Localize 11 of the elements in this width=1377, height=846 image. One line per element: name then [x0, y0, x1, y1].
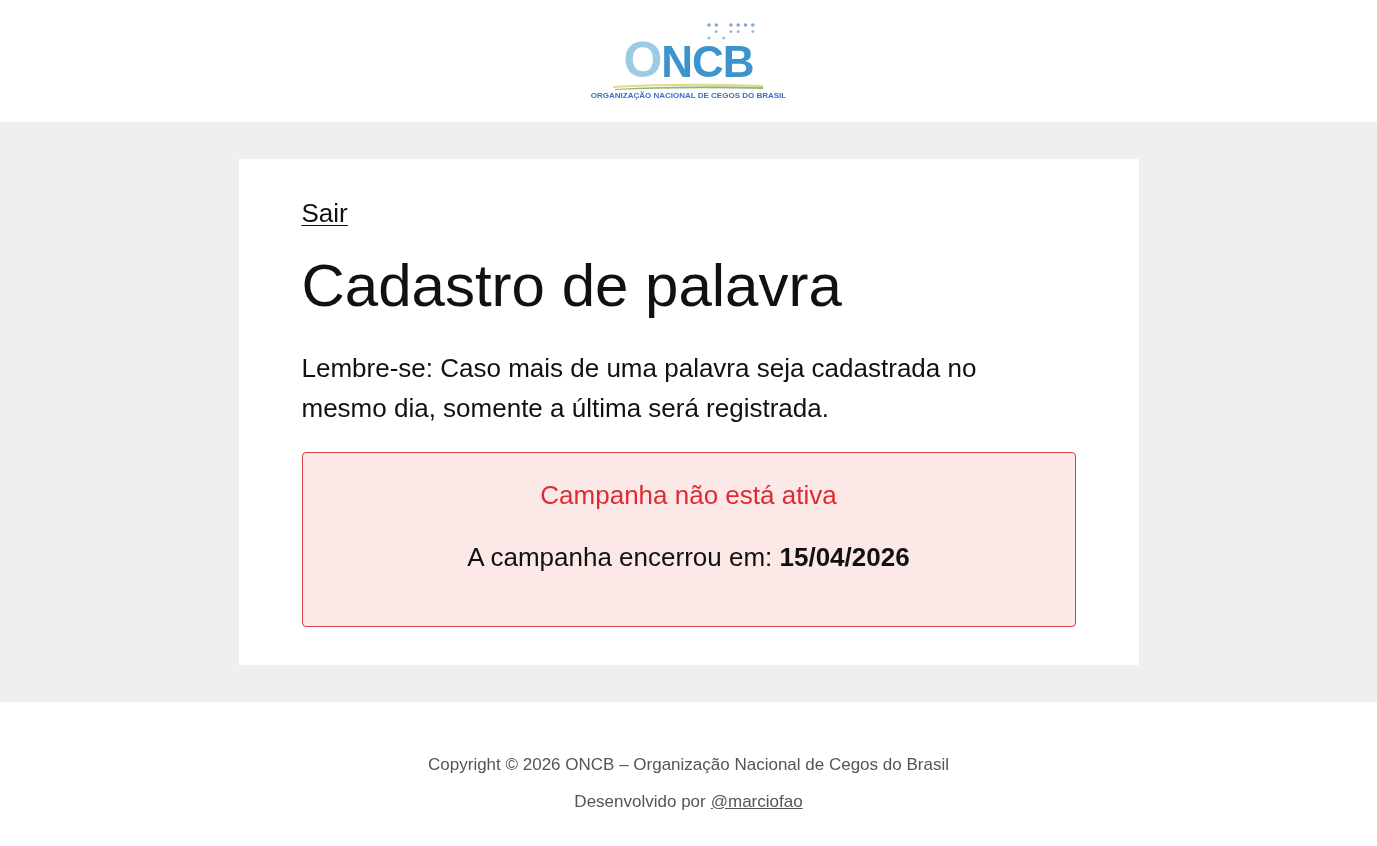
copyright-text: Copyright © 2026 ONCB – Organização Nacional de Cegos do Brasil	[428, 754, 949, 776]
notice-text: Lembre-se: Caso mais de uma palavra seja cadastrada no mesmo dia, somente a última será registrada.	[301, 352, 978, 425]
logo-tagline: ORGANIZAÇÃO NACIONAL DE CEGOS DO BRASIL	[590, 91, 787, 101]
author-link[interactable]: @marciofao	[710, 789, 803, 814]
braille-dots-icon	[707, 23, 756, 40]
credit-text: Desenvolvido por	[574, 791, 706, 813]
page-title: Cadastro de palavra	[301, 251, 843, 321]
logo-wordmark: ONCB	[623, 40, 754, 82]
alert-message: A campanha encerrou em: 15/04/2026	[467, 541, 910, 574]
logout-link[interactable]: Sair	[301, 197, 348, 229]
alert-title: Campanha não está ativa	[540, 479, 837, 512]
